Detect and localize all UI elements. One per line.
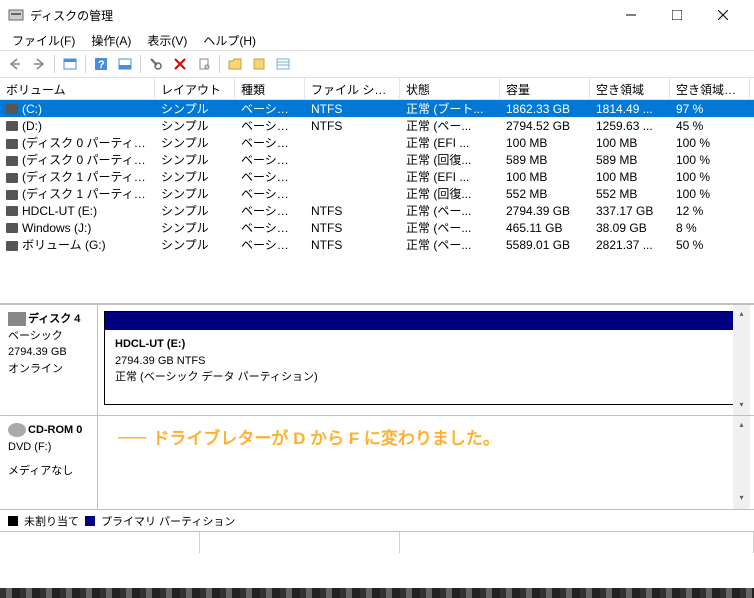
cdrom-panel: CD-ROM 0 DVD (F:) メディアなし ──ドライブレターが D から… [0,415,754,509]
maximize-button[interactable] [654,0,700,30]
partition-name: HDCL-UT (E:) [115,338,185,350]
legend-primary: プライマリ パーティション [101,513,235,529]
volume-table: ボリューム レイアウト 種類 ファイル システム 状態 容量 空き領域 空き領域… [0,78,754,253]
status-cell-1 [0,532,200,553]
table-row[interactable]: (C:)シンプルベーシックNTFS正常 (ブート...1862.33 GB181… [0,100,754,117]
cdrom-title: CD-ROM 0 [28,424,82,436]
refresh-button[interactable] [145,53,167,75]
col-type[interactable]: 種類 [235,78,305,99]
minimize-button[interactable] [608,0,654,30]
window-title: ディスクの管理 [30,7,608,24]
properties-button[interactable] [193,53,215,75]
svg-text:?: ? [98,59,105,71]
scroll-up-button[interactable]: ▴ [733,305,750,322]
cdrom-drive: DVD (F:) [8,439,89,456]
col-volume[interactable]: ボリューム [0,78,155,99]
scrollbar[interactable]: ▴ ▾ [733,305,750,415]
statusbar [0,531,754,553]
legend-swatch-primary [85,516,95,526]
table-body: (C:)シンプルベーシックNTFS正常 (ブート...1862.33 GB181… [0,100,754,253]
titlebar: ディスクの管理 [0,0,754,30]
menu-view[interactable]: 表示(V) [139,30,195,50]
scroll-track-2[interactable] [733,433,750,489]
folder-button[interactable] [224,53,246,75]
legend: 未割り当て プライマリ パーティション [0,509,754,531]
cdrom-media: メディアなし [8,463,89,480]
table-row[interactable]: (ディスク 1 パーティシ...シンプルベーシック正常 (EFI ...100 … [0,168,754,185]
scroll-down-button-2[interactable]: ▾ [733,489,750,506]
menubar: ファイル(F) 操作(A) 表示(V) ヘルプ(H) [0,30,754,50]
view-top-button[interactable] [59,53,81,75]
disk-info[interactable]: ディスク 4 ベーシック 2794.39 GB オンライン [0,305,98,415]
scroll-track[interactable] [733,322,750,396]
disk-title: ディスク 4 [28,313,80,325]
toolbar: ? [0,50,754,78]
app-icon [8,7,24,23]
menu-file[interactable]: ファイル(F) [4,30,83,50]
table-row[interactable]: (D:)シンプルベーシックNTFS正常 (ペー...2794.52 GB1259… [0,117,754,134]
forward-button[interactable] [28,53,50,75]
back-button[interactable] [4,53,26,75]
view-bottom-button[interactable] [114,53,136,75]
legend-unalloc: 未割り当て [24,513,79,529]
close-button[interactable] [700,0,746,30]
table-row[interactable]: Windows (J:)シンプルベーシックNTFS正常 (ペー...465.11… [0,219,754,236]
col-free[interactable]: 空き領域 [590,78,670,99]
table-header: ボリューム レイアウト 種類 ファイル システム 状態 容量 空き領域 空き領域… [0,78,754,100]
cdrom-info[interactable]: CD-ROM 0 DVD (F:) メディアなし [0,416,98,509]
table-row[interactable]: (ディスク 0 パーティシ...シンプルベーシック正常 (EFI ...100 … [0,134,754,151]
disk-type: ベーシック [8,328,89,345]
col-freepct[interactable]: 空き領域の割... [670,78,750,99]
table-row[interactable]: ボリューム (G:)シンプルベーシックNTFS正常 (ペー...5589.01 … [0,236,754,253]
legend-swatch-unalloc [8,516,18,526]
status-cell-3 [400,532,754,553]
disk-state: オンライン [8,361,89,378]
cdrom-icon [8,423,26,437]
status-cell-2 [200,532,400,553]
disk-size: 2794.39 GB [8,344,89,361]
disk-icon [8,312,26,326]
partition-header [105,312,745,330]
col-status[interactable]: 状態 [400,78,500,99]
scroll-up-button-2[interactable]: ▴ [733,416,750,433]
annotation-text: ──ドライブレターが D から F に変わりました。 [118,424,500,450]
table-row[interactable]: (ディスク 1 パーティシ...シンプルベーシック正常 (回復...552 MB… [0,185,754,202]
partition-status: 正常 (ベーシック データ パーティション) [115,371,318,383]
delete-button[interactable] [169,53,191,75]
table-row[interactable]: HDCL-UT (E:)シンプルベーシックNTFS正常 (ペー...2794.3… [0,202,754,219]
col-filesystem[interactable]: ファイル システム [305,78,400,99]
partition-size: 2794.39 GB NTFS [115,355,206,367]
settings-button[interactable] [248,53,270,75]
partition-bar[interactable]: HDCL-UT (E:) 2794.39 GB NTFS 正常 (ベーシック デ… [104,311,746,405]
col-capacity[interactable]: 容量 [500,78,590,99]
bottom-decoration [0,588,754,598]
scroll-down-button[interactable]: ▾ [733,396,750,413]
col-layout[interactable]: レイアウト [155,78,235,99]
disk-panel: ディスク 4 ベーシック 2794.39 GB オンライン HDCL-UT (E… [0,303,754,415]
scrollbar-cdrom[interactable]: ▴ ▾ [733,416,750,509]
table-row[interactable]: (ディスク 0 パーティシ...シンプルベーシック正常 (回復...589 MB… [0,151,754,168]
menu-help[interactable]: ヘルプ(H) [195,30,264,50]
list-button[interactable] [272,53,294,75]
help-button[interactable]: ? [90,53,112,75]
menu-action[interactable]: 操作(A) [83,30,139,50]
